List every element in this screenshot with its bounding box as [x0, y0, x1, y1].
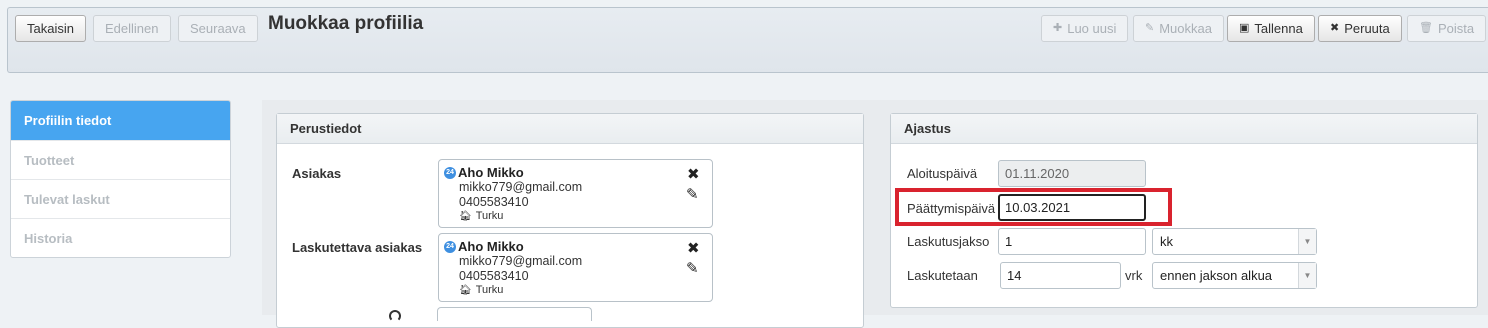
- customer-email: mikko779@gmail.com: [459, 180, 583, 194]
- edit-customer-icon[interactable]: ✎: [686, 185, 699, 203]
- next-button[interactable]: Seuraava: [178, 15, 258, 42]
- edit-billed-customer-icon[interactable]: ✎: [686, 259, 699, 277]
- customer-city: 🏠︎ Turku: [459, 210, 504, 222]
- help-icon[interactable]: [389, 310, 401, 322]
- home-icon: 🏠︎: [459, 284, 472, 296]
- billed-customer-name: Aho Mikko: [458, 239, 524, 254]
- invoiced-unit-label: vrk: [1125, 268, 1143, 283]
- partial-input-field[interactable]: [437, 307, 592, 321]
- pencil-icon: ✎: [1145, 22, 1155, 34]
- billing-period-input[interactable]: 1: [998, 228, 1146, 255]
- create-new-button[interactable]: ✚ Luo uusi: [1041, 15, 1129, 42]
- chevron-down-icon: ▼: [1298, 229, 1316, 254]
- remove-customer-icon[interactable]: ✖: [687, 165, 700, 183]
- invoiced-when-select[interactable]: ennen jakson alkua ▼: [1152, 262, 1317, 289]
- previous-button[interactable]: Edellinen: [93, 15, 171, 42]
- start-date-input[interactable]: 01.11.2020: [998, 160, 1146, 187]
- edit-button[interactable]: ✎ Muokkaa: [1133, 15, 1224, 42]
- cancel-button[interactable]: ✖ Peruuta: [1318, 15, 1402, 42]
- billed-customer-email: mikko779@gmail.com: [459, 254, 583, 268]
- sidebar-item-products[interactable]: Tuotteet: [11, 140, 230, 179]
- chevron-down-icon: ▼: [1298, 263, 1316, 288]
- billed-customer-phone: 0405583410: [459, 269, 529, 283]
- panel-heading: Perustiedot: [277, 114, 863, 144]
- home-icon: 🏠︎: [459, 210, 472, 222]
- customer-phone: 0405583410: [459, 195, 529, 209]
- panel-heading: Ajastus: [891, 114, 1477, 144]
- invoiced-label: Laskutetaan: [907, 268, 978, 283]
- delete-button[interactable]: 🗑 Poista: [1407, 15, 1487, 42]
- close-icon: ✖: [1330, 22, 1340, 34]
- customer-badge-icon: 24: [444, 167, 456, 179]
- customer-card[interactable]: 24 Aho Mikko mikko779@gmail.com 04055834…: [438, 159, 713, 228]
- billed-customer-card[interactable]: 24 Aho Mikko mikko779@gmail.com 04055834…: [438, 233, 713, 302]
- end-date-label: Päättymispäivä: [907, 201, 996, 216]
- start-date-label: Aloituspäivä: [907, 166, 978, 181]
- sidebar-item-upcoming-invoices[interactable]: Tulevat laskut: [11, 179, 230, 218]
- remove-billed-customer-icon[interactable]: ✖: [687, 239, 700, 257]
- billing-period-unit-select[interactable]: kk ▼: [1152, 228, 1317, 255]
- end-date-input[interactable]: 10.03.2021: [998, 194, 1146, 221]
- back-button[interactable]: Takaisin: [15, 15, 86, 42]
- invoiced-days-input[interactable]: 14: [1000, 262, 1121, 289]
- save-button[interactable]: ▣ Tallenna: [1227, 15, 1315, 42]
- page-title: Muokkaa profiilia: [268, 13, 424, 34]
- customer-name: Aho Mikko: [458, 165, 524, 180]
- billed-customer-city: 🏠︎ Turku: [459, 284, 504, 296]
- sidebar-item-history[interactable]: Historia: [11, 218, 230, 257]
- floppy-disk-icon: ▣: [1239, 22, 1250, 34]
- trash-icon: 🗑: [1419, 22, 1433, 34]
- billing-period-label: Laskutusjakso: [907, 234, 990, 249]
- sidebar: Profiilin tiedot Tuotteet Tulevat laskut…: [10, 100, 231, 258]
- billed-customer-label: Laskutettava asiakas: [292, 240, 423, 255]
- billed-customer-badge-icon: 24: [444, 241, 456, 253]
- plus-icon: ✚: [1053, 22, 1063, 34]
- customer-label: Asiakas: [292, 166, 342, 181]
- sidebar-item-profile-info[interactable]: Profiilin tiedot: [11, 101, 230, 140]
